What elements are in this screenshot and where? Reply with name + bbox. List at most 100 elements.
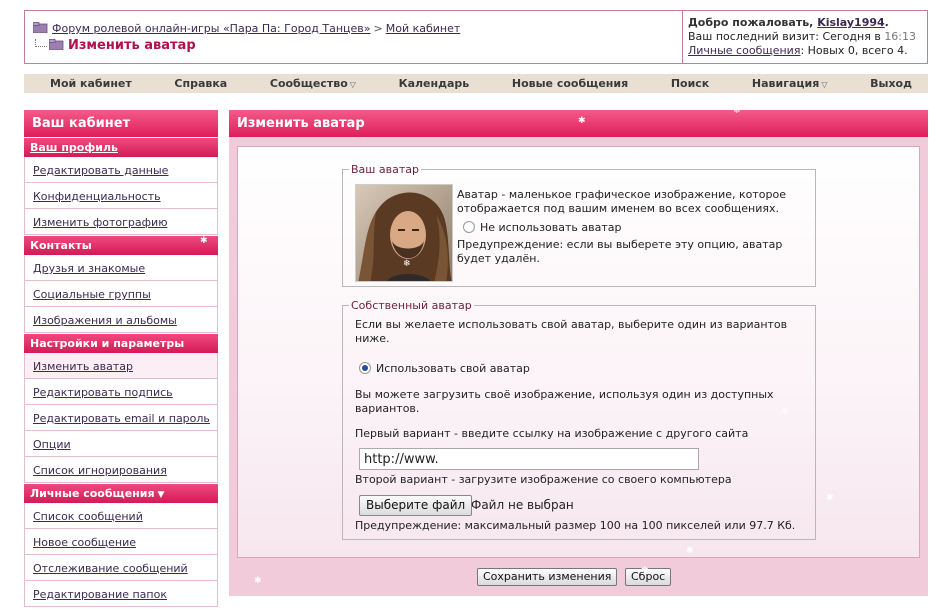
sidebar-link-new-message[interactable]: Новое сообщение	[33, 536, 136, 549]
nav-navigation-label: Навигация	[751, 77, 820, 90]
sidebar-link-edit-email[interactable]: Редактировать email и пароль	[33, 412, 210, 425]
avatar-form: Ваш аватар Аватар - маленькое графическо…	[237, 146, 920, 558]
sidebar-link-edit-profile[interactable]: Редактировать данные	[33, 164, 168, 177]
no-avatar-option[interactable]: Не использовать аватар	[463, 221, 621, 235]
sidebar-section-contacts: Контакты	[24, 235, 218, 255]
no-file-chosen: Файл не выбран	[471, 498, 574, 512]
sidebar-item-friends: Друзья и знакомые	[24, 255, 218, 281]
last-visit-time: 16:13	[884, 30, 917, 43]
sidebar-link-privacy[interactable]: Конфиденциальность	[33, 190, 161, 203]
sidebar-item-ignore-list: Список игнорирования	[24, 457, 218, 483]
sidebar-item-new-message: Новое сообщение	[24, 529, 218, 555]
sidebar-item-edit-signature: Редактировать подпись	[24, 379, 218, 405]
welcome-line: Добро пожаловать, Kislay1994.	[688, 16, 927, 30]
avatar-url-input[interactable]	[359, 448, 699, 470]
nav-logout[interactable]: Выход	[870, 77, 912, 90]
nav-calendar[interactable]: Календарь	[399, 77, 470, 90]
nav-community-label: Сообщество	[269, 77, 348, 90]
nav-navigation[interactable]: Навигация ▽	[752, 77, 828, 90]
sidebar-item-message-list: Список сообщений	[24, 503, 218, 529]
option1-label: Первый вариант - введите ссылку на изобр…	[355, 427, 749, 440]
forum-home-link[interactable]: Форум ролевой онлайн-игры «Пара Па: Горо…	[52, 22, 371, 35]
sidebar-item-edit-folders: Редактирование папок	[24, 581, 218, 607]
last-visit-line: Ваш последний визит: Сегодня в 16:13	[688, 30, 927, 44]
option2-label: Второй вариант - загрузите изображение с…	[355, 473, 732, 486]
custom-avatar-intro: Если вы желаете использовать свой аватар…	[355, 318, 788, 345]
nav-my-cabinet[interactable]: Мой кабинет	[50, 77, 132, 90]
welcome-box: Добро пожаловать, Kislay1994. Ваш послед…	[682, 11, 927, 63]
size-warning: Предупреждение: максимальный размер 100 …	[355, 519, 796, 532]
sidebar-link-edit-signature[interactable]: Редактировать подпись	[33, 386, 173, 399]
private-messages-link[interactable]: Личные сообщения	[688, 44, 800, 57]
change-avatar-panel: Изменить аватар Ваш аватар Аватар - мале…	[229, 110, 928, 596]
current-page-label: Изменить аватар	[68, 38, 196, 53]
sidebar-section-profile: Ваш профиль	[24, 137, 218, 157]
collapse-arrow-icon: ▼	[157, 490, 165, 500]
sidebar-link-change-avatar[interactable]: Изменить аватар	[33, 360, 133, 373]
no-avatar-radio[interactable]	[463, 221, 475, 233]
main-navbar: Мой кабинет Справка Сообщество ▽ Календар…	[24, 74, 928, 93]
avatar-description: Аватар - маленькое графическое изображен…	[457, 188, 787, 215]
no-avatar-label: Не использовать аватар	[480, 221, 622, 234]
reset-button[interactable]: Сброс	[625, 568, 672, 586]
choose-file-button[interactable]: Выберите файл	[359, 495, 473, 516]
use-custom-option[interactable]: Использовать свой аватар	[359, 362, 530, 376]
sidebar-item-edit-email: Редактировать email и пароль	[24, 405, 218, 431]
last-visit-label: Ваш последний визит: Сегодня в	[688, 30, 881, 43]
sidebar-link-edit-folders[interactable]: Редактирование папок	[33, 588, 167, 601]
sidebar-link-social-groups[interactable]: Социальные группы	[33, 288, 151, 301]
upload-intro: Вы можете загрузить своё изображение, ис…	[355, 388, 774, 415]
sidebar-link-message-list[interactable]: Список сообщений	[33, 510, 143, 523]
no-avatar-warning: Предупреждение: если вы выберете эту опц…	[457, 238, 783, 265]
nav-search[interactable]: Поиск	[671, 77, 709, 90]
sidebar-item-edit-profile: Редактировать данные	[24, 157, 218, 183]
sidebar-link-change-photo[interactable]: Изменить фотографию	[33, 216, 167, 229]
sidebar-item-change-avatar: Изменить аватар	[24, 353, 218, 379]
pm-line: Личные сообщения: Новых 0, всего 4.	[688, 44, 927, 58]
nav-community[interactable]: Сообщество ▽	[270, 77, 356, 90]
sidebar-link-your-profile[interactable]: Ваш профиль	[30, 141, 118, 154]
forum-folder-icon	[33, 22, 48, 33]
nav-help[interactable]: Справка	[174, 77, 227, 90]
sidebar-item-albums: Изображения и альбомы	[24, 307, 218, 333]
sidebar-item-privacy: Конфиденциальность	[24, 183, 218, 209]
sidebar-item-change-photo: Изменить фотографию	[24, 209, 218, 235]
current-avatar-fieldset: Ваш аватар Аватар - маленькое графическо…	[342, 163, 816, 287]
sidebar-item-social-groups: Социальные группы	[24, 281, 218, 307]
sidebar-item-track-messages: Отслеживание сообщений	[24, 555, 218, 581]
sidebar-link-ignore-list[interactable]: Список игнорирования	[33, 464, 167, 477]
sidebar-link-albums[interactable]: Изображения и альбомы	[33, 314, 177, 327]
nav-new-posts[interactable]: Новые сообщения	[512, 77, 628, 90]
username-link[interactable]: Kislay1994	[817, 16, 884, 29]
custom-avatar-legend: Собственный аватар	[351, 299, 472, 312]
sidebar-item-options: Опции	[24, 431, 218, 457]
breadcrumb-trail: Форум ролевой онлайн-игры «Пара Па: Горо…	[33, 22, 460, 35]
sidebar-section-private-messages[interactable]: Личные сообщения ▼	[24, 483, 218, 503]
use-custom-radio[interactable]	[359, 362, 371, 374]
sidebar-link-options[interactable]: Опции	[33, 438, 71, 451]
welcome-prefix: Добро пожаловать,	[688, 16, 814, 29]
chevron-down-icon: ▽	[349, 80, 356, 89]
panel-title: Изменить аватар	[229, 110, 928, 137]
sidebar-title: Ваш кабинет	[24, 110, 218, 137]
welcome-suffix: .	[884, 16, 889, 29]
avatar-image	[355, 184, 453, 282]
sidebar-section-pm-label: Личные сообщения	[30, 487, 155, 500]
page-title: Изменить аватар	[33, 38, 196, 53]
cabinet-link[interactable]: Мой кабинет	[386, 22, 461, 35]
forum-header: Форум ролевой онлайн-игры «Пара Па: Горо…	[24, 10, 928, 64]
current-avatar-legend: Ваш аватар	[351, 163, 419, 176]
use-custom-label: Использовать свой аватар	[376, 362, 530, 375]
breadcrumb: Форум ролевой онлайн-игры «Пара Па: Горо…	[25, 11, 682, 63]
user-cp-sidebar: Ваш кабинет Ваш профиль Редактировать да…	[24, 110, 218, 611]
current-folder-icon	[49, 39, 64, 50]
sidebar-link-track-messages[interactable]: Отслеживание сообщений	[33, 562, 188, 575]
avatar-portrait	[356, 185, 452, 281]
save-changes-button[interactable]: Сохранить изменения	[477, 568, 618, 586]
sidebar-section-settings: Настройки и параметры	[24, 333, 218, 353]
breadcrumb-separator: >	[373, 22, 383, 35]
tree-branch-icon	[35, 39, 47, 47]
custom-avatar-fieldset: Собственный аватар Если вы желаете испол…	[342, 299, 816, 540]
sidebar-link-friends[interactable]: Друзья и знакомые	[33, 262, 145, 275]
pm-status: : Новых 0, всего 4.	[800, 44, 908, 57]
